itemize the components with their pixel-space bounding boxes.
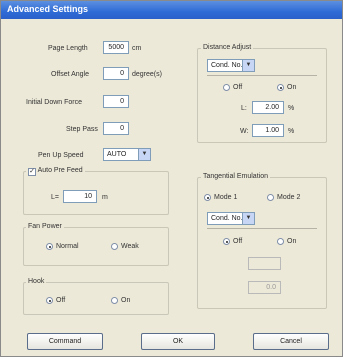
step-pass-input[interactable]: 0 — [103, 122, 129, 135]
distance-adjust-condition-select[interactable]: Cond. No. 1 ▼ — [207, 59, 255, 72]
page-length-input[interactable]: 5000 — [103, 41, 129, 54]
pen-up-speed-select[interactable]: AUTO ▼ — [103, 148, 151, 161]
dropdown-arrow-icon[interactable]: ▼ — [242, 60, 254, 71]
hook-group — [23, 282, 169, 315]
distance-adjust-w-input[interactable]: 1.00 — [252, 124, 284, 137]
offset-angle-label: Offset Angle — [51, 71, 90, 78]
cancel-button[interactable]: Cancel — [253, 333, 329, 350]
divider — [207, 75, 317, 76]
fan-power-weak-radio[interactable] — [111, 243, 118, 250]
tangential-off-radio[interactable] — [223, 238, 230, 245]
fan-power-normal-radio[interactable] — [46, 243, 53, 250]
distance-adjust-l-unit: % — [288, 105, 295, 112]
ok-button[interactable]: OK — [141, 333, 215, 350]
distance-adjust-w-label: W: — [240, 128, 249, 135]
tangential-mode2-label: Mode 2 — [277, 194, 301, 201]
page-length-label: Page Length — [48, 45, 88, 52]
fan-power-weak-label: Weak — [121, 243, 139, 250]
tangential-emulation-title: Tangential Emulation — [201, 173, 270, 180]
tangential-off-label: Off — [233, 238, 243, 245]
distance-adjust-l-input[interactable]: 2.00 — [252, 101, 284, 114]
title-bar[interactable]: Advanced Settings — [1, 1, 342, 19]
offset-angle-unit: degree(s) — [132, 71, 162, 78]
divider — [207, 228, 317, 229]
dropdown-arrow-icon[interactable]: ▼ — [138, 149, 150, 160]
distance-adjust-l-label: L: — [241, 105, 247, 112]
tangential-on-label: On — [287, 238, 297, 245]
distance-adjust-off-radio[interactable] — [223, 84, 230, 91]
hook-off-radio[interactable] — [46, 297, 53, 304]
hook-on-label: On — [121, 297, 131, 304]
hook-on-radio[interactable] — [111, 297, 118, 304]
distance-adjust-on-label: On — [287, 84, 297, 91]
fan-power-group — [23, 227, 169, 266]
auto-pre-feed-checkbox[interactable]: ✓ — [28, 168, 36, 176]
hook-title: Hook — [26, 278, 47, 285]
auto-pre-feed-prefix: L= — [51, 194, 59, 201]
initial-down-force-label: Initial Down Force — [26, 99, 83, 106]
tangential-mode1-radio[interactable] — [204, 194, 211, 201]
hook-off-label: Off — [56, 297, 66, 304]
tangential-field1-input[interactable] — [248, 257, 281, 270]
distance-adjust-on-radio[interactable] — [277, 84, 284, 91]
distance-adjust-off-label: Off — [233, 84, 243, 91]
distance-adjust-w-unit: % — [288, 128, 295, 135]
pen-up-speed-label: Pen Up Speed — [38, 152, 84, 159]
tangential-condition-select[interactable]: Cond. No. 1 ▼ — [207, 212, 255, 225]
page-length-unit: cm — [132, 45, 142, 52]
auto-pre-feed-label: Auto Pre Feed — [37, 167, 83, 174]
pen-up-speed-value: AUTO — [107, 151, 127, 158]
distance-adjust-title: Distance Adjust — [201, 44, 254, 51]
tangential-field2-input[interactable]: 0.0 — [248, 281, 281, 294]
advanced-settings-dialog: Advanced Settings Page Length 5000 cm Of… — [0, 0, 343, 357]
step-pass-label: Step Pass — [66, 126, 98, 133]
auto-pre-feed-unit: m — [102, 194, 108, 201]
tangential-mode1-label: Mode 1 — [214, 194, 238, 201]
fan-power-normal-label: Normal — [56, 243, 79, 250]
auto-pre-feed-header: ✓ Auto Pre Feed — [26, 167, 85, 176]
window-title: Advanced Settings — [7, 4, 89, 14]
initial-down-force-input[interactable]: 0 — [103, 95, 129, 108]
command-button[interactable]: Command — [27, 333, 103, 350]
tangential-on-radio[interactable] — [277, 238, 284, 245]
fan-power-title: Fan Power — [26, 223, 64, 230]
tangential-mode2-radio[interactable] — [267, 194, 274, 201]
offset-angle-input[interactable]: 0 — [103, 67, 129, 80]
auto-pre-feed-input[interactable]: 10 — [63, 190, 97, 203]
dropdown-arrow-icon[interactable]: ▼ — [242, 213, 254, 224]
